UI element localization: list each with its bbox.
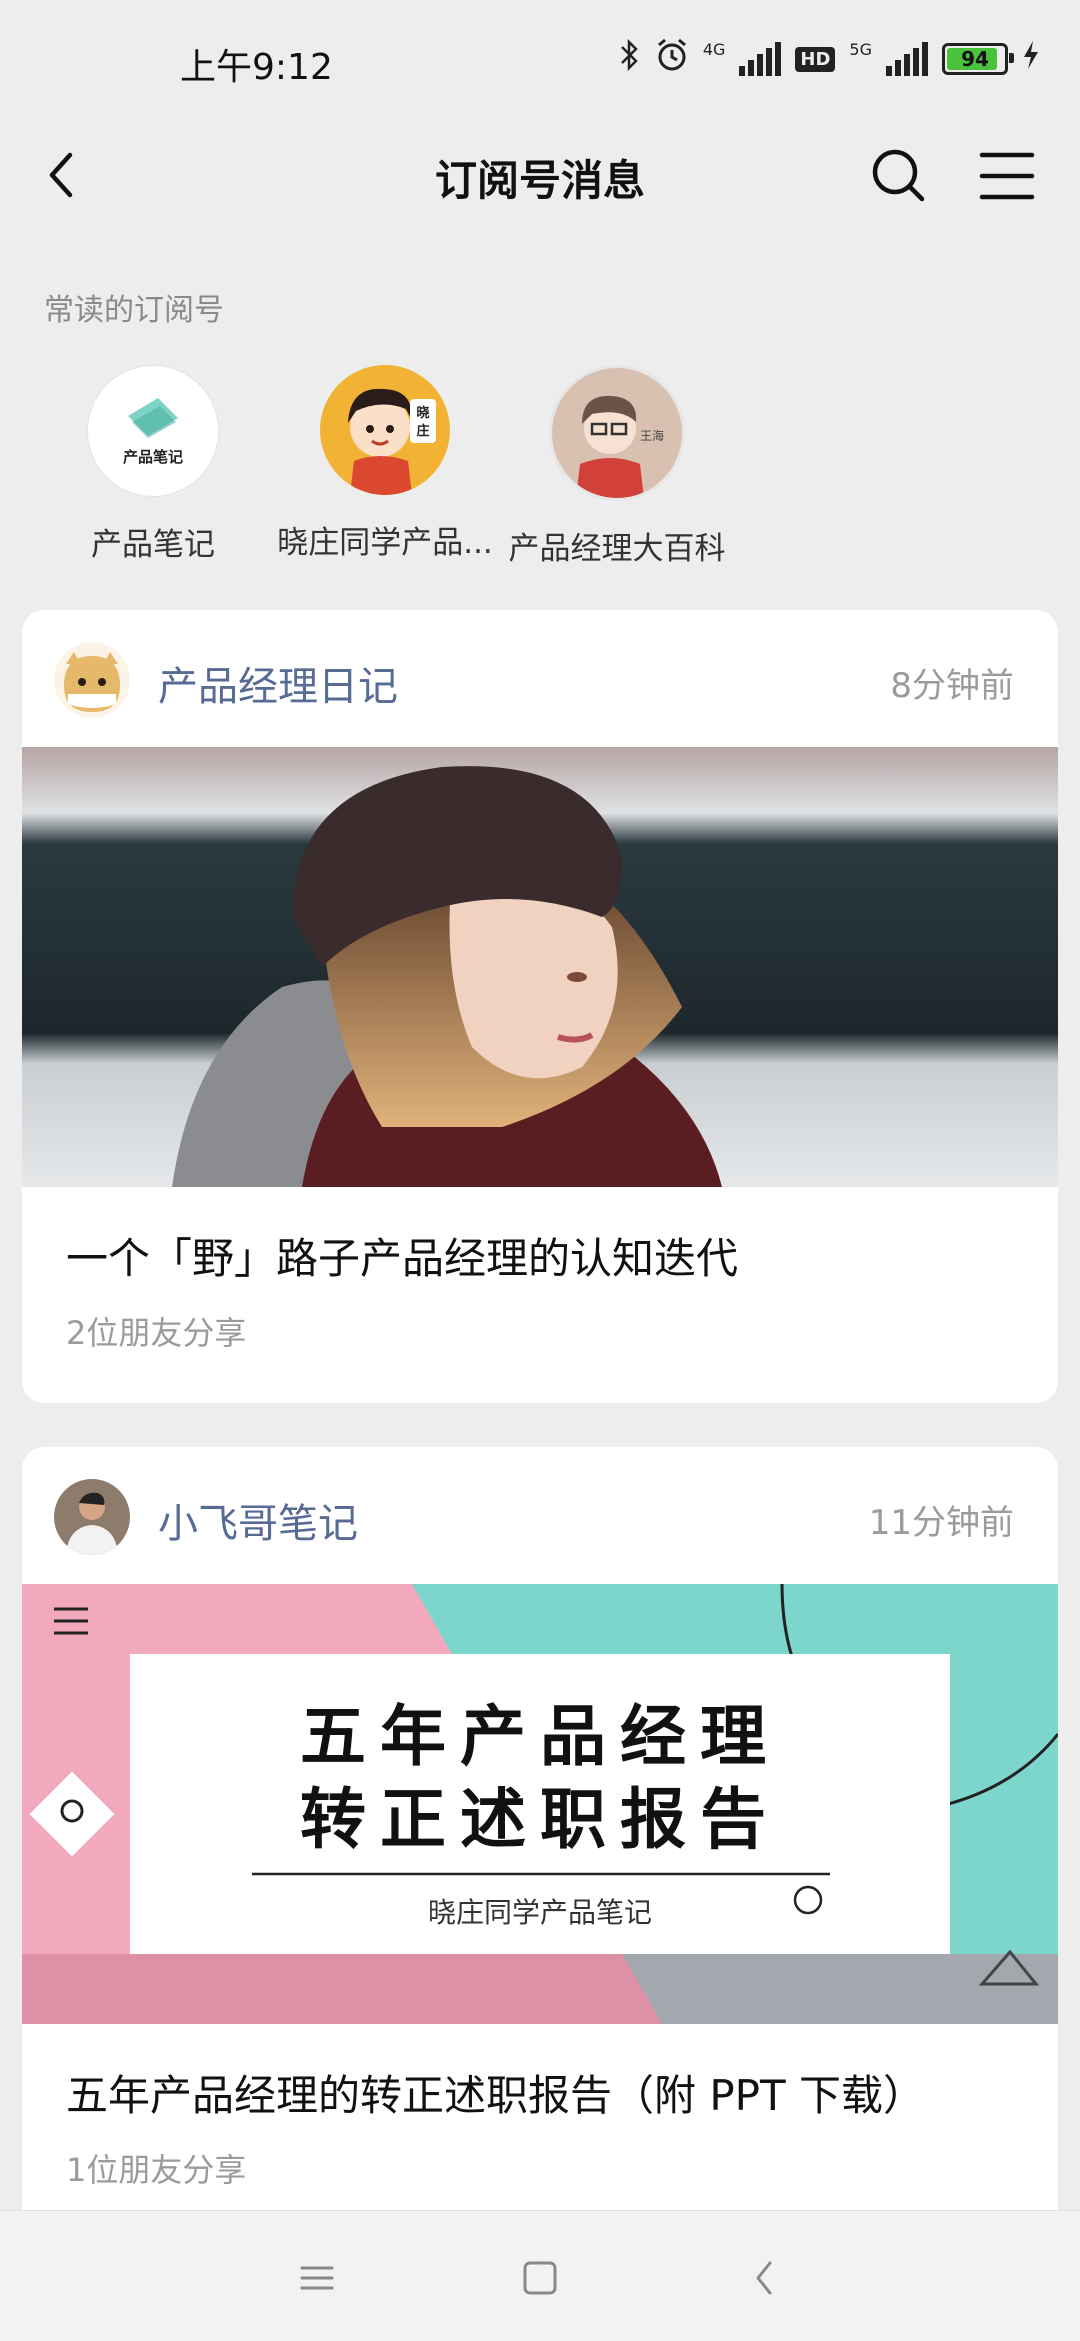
frequent-account-name: 晓庄同学产品... [277,525,493,561]
svg-text:转正述职报告: 转正述职报告 [300,1781,780,1858]
battery-level: 94 [961,47,989,71]
article-cover-image[interactable]: 五年产品经理 转正述职报告 晓庄同学产品笔记 [22,1584,1058,2024]
svg-text:庄: 庄 [416,423,429,439]
hd-badge: HD [795,46,836,72]
svg-text:产品笔记: 产品笔记 [123,448,183,466]
svg-text:王海: 王海 [640,428,664,443]
source-avatar[interactable] [54,1479,130,1555]
card-header: 产品经理日记 8分钟前 [22,610,1058,747]
menu-icon [979,152,1035,200]
status-icons: 4G HD 5G 94 [619,38,1040,80]
bluetooth-icon [619,38,641,80]
article-title[interactable]: 一个「野」路子产品经理的认知迭代 [22,1187,1058,1286]
share-count: 2位朋友分享 [66,1314,247,1352]
post-time: 8分钟前 [890,666,1014,706]
back-arrow-icon [756,2261,772,2295]
article-cover-image[interactable] [22,747,1058,1187]
card-header: 小飞哥笔记 11分钟前 [22,1447,1058,1584]
signal-icon-2 [886,42,928,76]
source-avatar[interactable] [54,642,130,718]
nav-bar: 订阅号消息 [0,125,1080,225]
avatar: 晓 庄 [320,365,450,495]
post-time: 11分钟前 [868,1503,1014,1543]
recents-button[interactable] [282,2243,352,2313]
home-icon [523,2261,557,2295]
status-time: 上午9:12 [180,47,333,88]
avatar: 王海 [549,365,685,501]
network-4g-label: 4G [702,39,726,59]
frequent-account-2[interactable]: 晓 庄 晓庄同学产品... [270,365,500,562]
svg-text:晓: 晓 [416,405,429,421]
network-5g-label: 5G [849,39,872,59]
source-name[interactable]: 产品经理日记 [158,654,398,712]
home-button[interactable] [505,2243,575,2313]
signal-icon [739,42,782,76]
system-back-button[interactable] [730,2243,800,2313]
frequent-account-3[interactable]: 王海 产品经理大百科 [502,365,732,568]
system-navigation-bar [0,2210,1080,2341]
frequent-section-label: 常读的订阅号 [44,293,224,328]
charging-icon [1022,40,1040,78]
source-name[interactable]: 小飞哥笔记 [158,1491,358,1549]
article-card-2[interactable]: 小飞哥笔记 11分钟前 五年产品经理 转正述职报告 晓庄同学产品笔记 五年产品经… [22,1447,1058,2227]
battery-icon: 94 [942,43,1014,75]
article-card-1[interactable]: 产品经理日记 8分钟前 一个「野」路子产品经理的认知迭代 2位朋友分享 [22,610,1058,1403]
svg-text:五年产品经理: 五年产品经理 [300,1698,780,1775]
frequent-account-1[interactable]: 产品笔记 产品笔记 [38,365,268,564]
share-count: 1位朋友分享 [66,2151,247,2189]
status-bar: 上午9:12 4G HD 5G 94 [0,0,1080,125]
menu-button[interactable] [972,141,1042,211]
search-button[interactable] [864,141,934,211]
article-title[interactable]: 五年产品经理的转正述职报告（附 PPT 下载） [22,2024,1058,2123]
avatar: 产品笔记 [87,365,219,497]
alarm-icon [655,38,689,80]
search-icon [872,149,925,202]
frequent-account-name: 产品经理大百科 [508,531,726,567]
frequent-account-name: 产品笔记 [91,527,215,563]
recents-icon [300,2266,334,2290]
svg-text:晓庄同学产品笔记: 晓庄同学产品笔记 [428,1896,652,1929]
